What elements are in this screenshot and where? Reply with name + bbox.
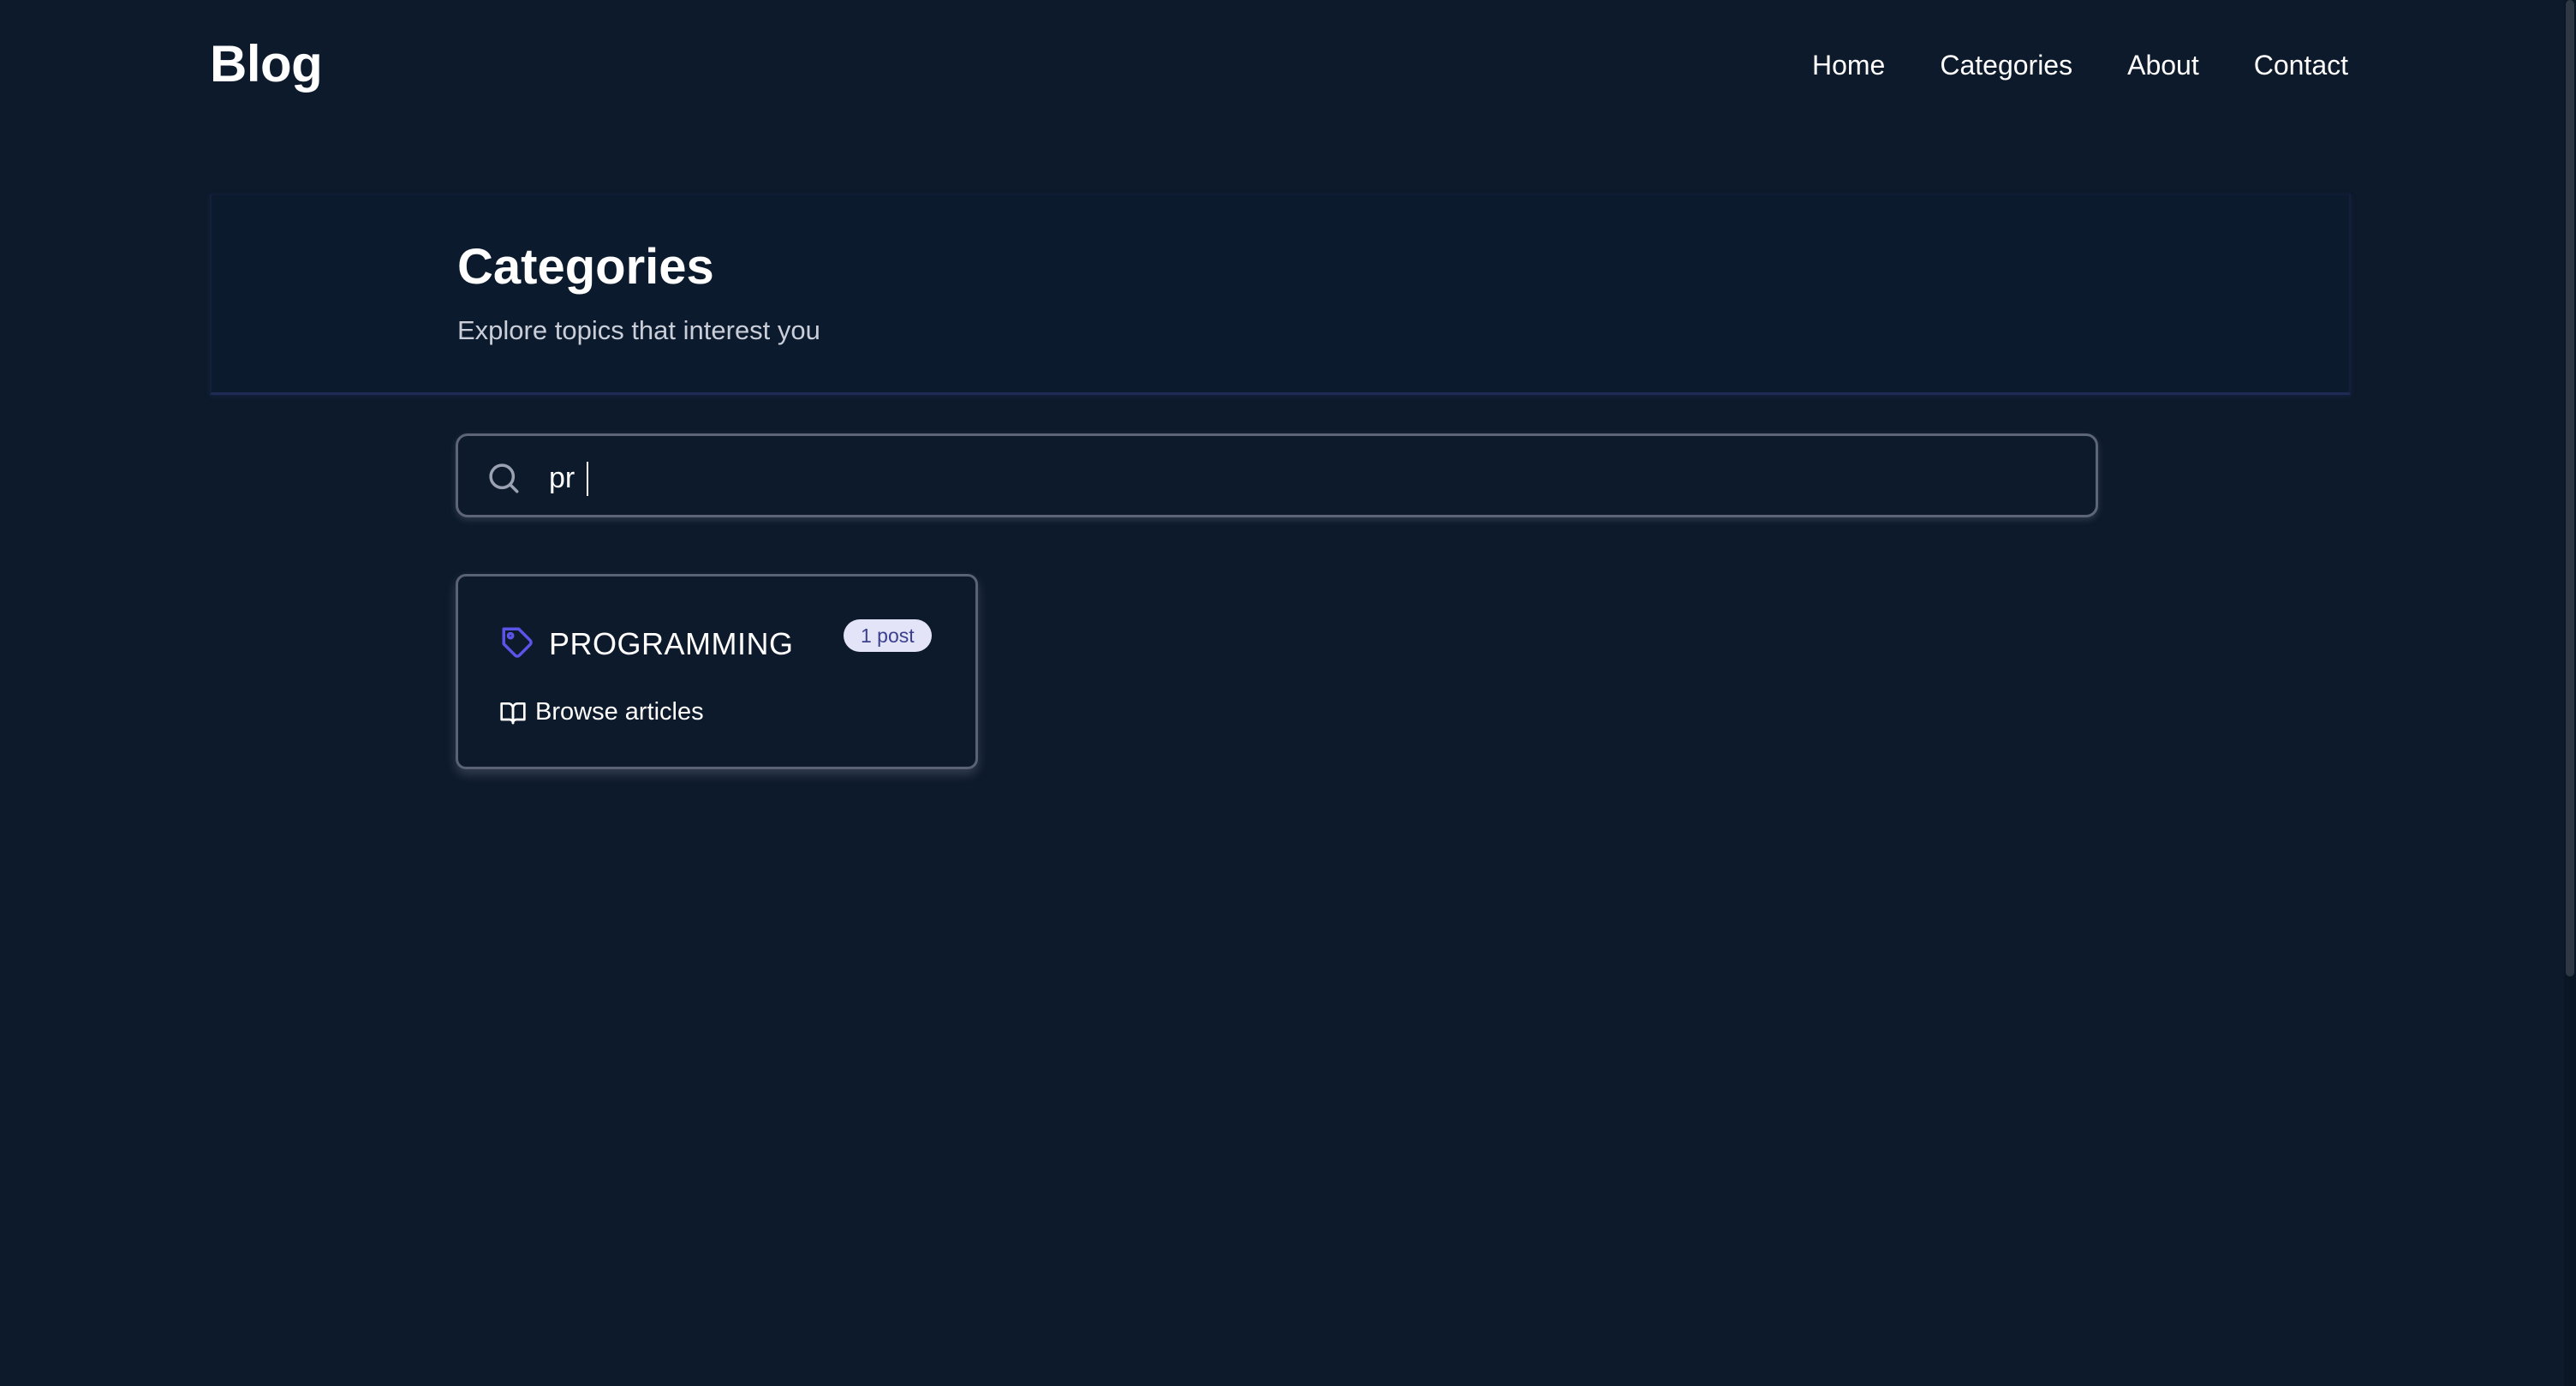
- category-name: PROGRAMMING: [549, 626, 794, 661]
- nav-link-contact[interactable]: Contact: [2254, 50, 2348, 81]
- browse-articles-link[interactable]: Browse articles: [499, 698, 704, 726]
- page-scrollbar[interactable]: [2564, 0, 2576, 1386]
- text-caret: [587, 462, 588, 496]
- search-icon: [489, 463, 519, 493]
- nav-link-categories[interactable]: Categories: [1940, 50, 2072, 81]
- main-nav: Home Categories About Contact: [1812, 50, 2348, 81]
- scrollbar-thumb[interactable]: [2566, 0, 2574, 977]
- nav-link-about[interactable]: About: [2127, 50, 2199, 81]
- site-header: Blog Home Categories About Contact: [0, 0, 2564, 137]
- page-subtitle: Explore topics that interest you: [457, 315, 820, 345]
- book-open-icon: [500, 702, 526, 724]
- post-count-badge: 1 post: [844, 619, 932, 652]
- search-input[interactable]: [547, 453, 2075, 503]
- browse-articles-label: Browse articles: [535, 698, 704, 726]
- page: Blog Home Categories About Contact Categ…: [0, 0, 2576, 1386]
- page-title: Categories: [457, 239, 714, 295]
- site-logo[interactable]: Blog: [210, 34, 323, 93]
- search-box[interactable]: [456, 433, 2098, 517]
- page-header: Categories Explore topics that interest …: [210, 194, 2351, 395]
- tag-icon: [502, 627, 533, 658]
- nav-link-home[interactable]: Home: [1812, 50, 1885, 81]
- category-card[interactable]: PROGRAMMING 1 post Browse articles: [456, 574, 978, 769]
